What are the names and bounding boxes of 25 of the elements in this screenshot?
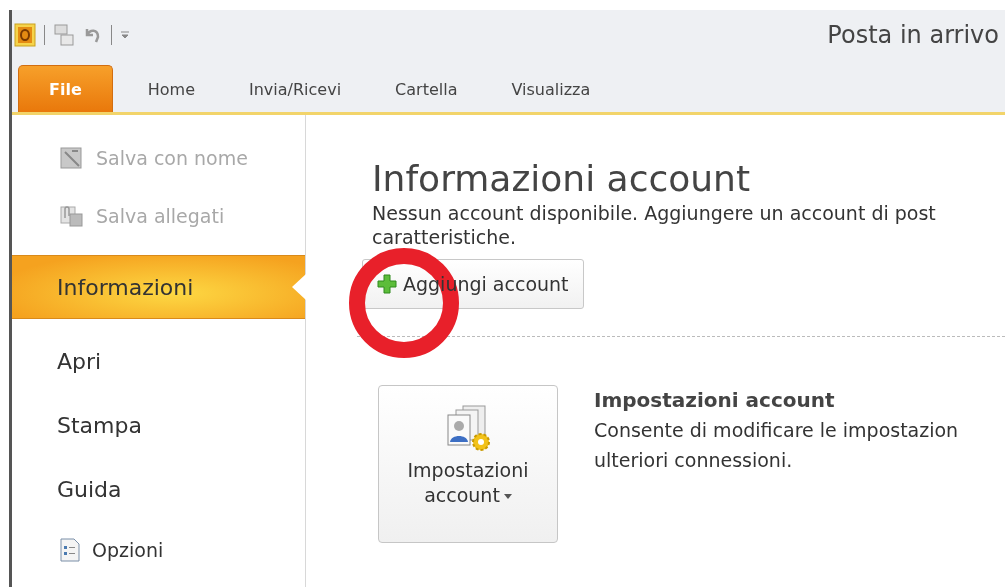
menu-item[interactable]: Informazioni xyxy=(12,255,305,319)
description-text: Nessun account disponibile. Aggiungere un account di post xyxy=(372,201,937,225)
window-title: Posta in arrivo xyxy=(827,21,999,49)
ribbon-tab[interactable]: Cartella xyxy=(370,65,483,112)
menu-item[interactable]: Apri xyxy=(12,329,305,393)
menu-item[interactable]: Opzioni xyxy=(12,521,305,579)
app-logo-icon[interactable] xyxy=(14,23,36,47)
send-receive-icon[interactable] xyxy=(53,23,75,47)
save-attachments-icon xyxy=(60,204,84,228)
menu-item[interactable]: Stampa xyxy=(12,393,305,457)
customize-toolbar-icon[interactable] xyxy=(120,30,130,40)
section-heading: Impostazioni account xyxy=(594,387,836,414)
page-title: Informazioni account xyxy=(372,157,752,201)
description-text: caratteristiche. xyxy=(372,225,518,249)
ribbon-tab[interactable]: Invia/Ricevi xyxy=(224,65,367,112)
save-as-icon xyxy=(60,147,84,169)
menu-item[interactable]: Guida xyxy=(12,457,305,521)
ribbon-tab[interactable]: Home xyxy=(122,65,220,112)
ribbon-tab[interactable]: Visualizza xyxy=(486,65,616,112)
plus-icon xyxy=(377,274,397,294)
section-description: ulteriori connessioni. xyxy=(594,448,794,473)
options-icon xyxy=(60,538,80,562)
dropdown-caret-icon xyxy=(503,494,512,499)
section-description: Consente di modificare le impostazion xyxy=(594,418,959,443)
account-settings-button[interactable]: Impostazioni account xyxy=(378,385,558,543)
